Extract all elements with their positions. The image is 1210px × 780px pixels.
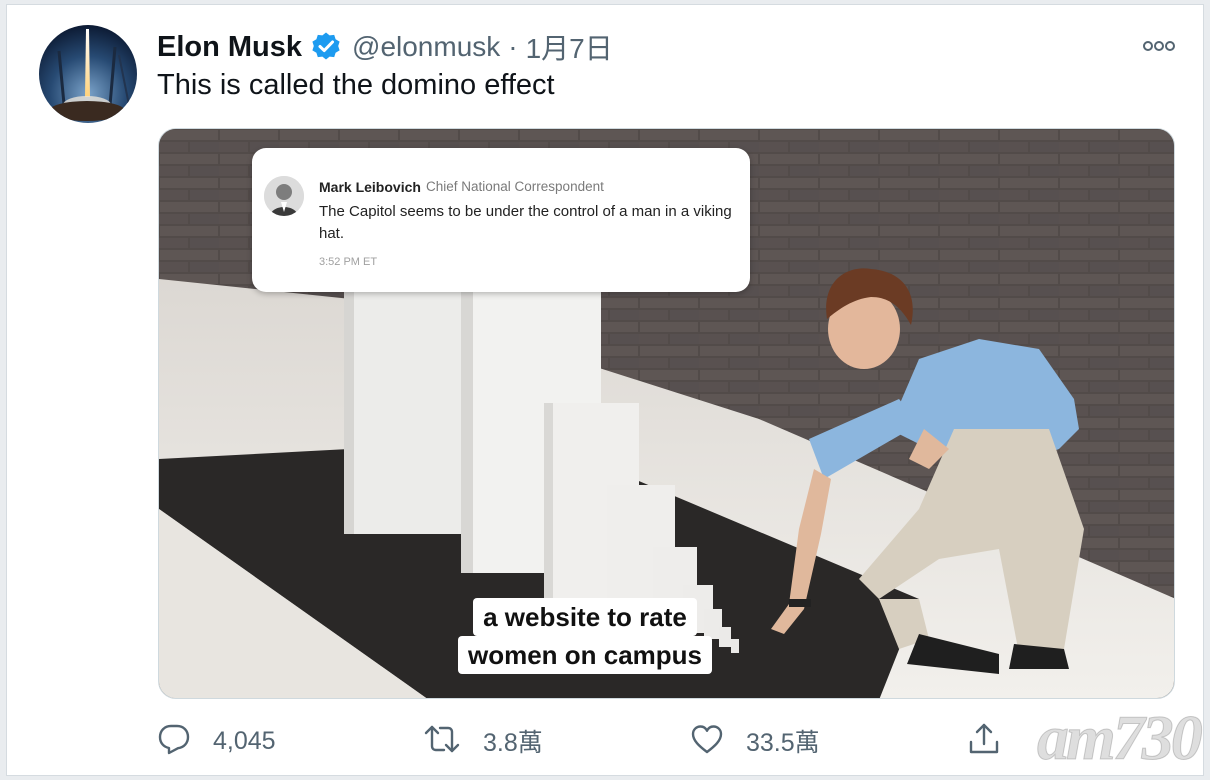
tweet-card: Elon Musk @elonmusk · 1月7日 This is calle…	[6, 4, 1204, 776]
tweet-text: This is called the domino effect	[157, 69, 555, 101]
share-icon	[967, 722, 1001, 761]
meme-caption-line-1: a website to rate	[473, 598, 697, 636]
like-count: 33.5萬	[746, 729, 820, 757]
retweet-icon	[423, 722, 461, 761]
watermark-text: am730	[1037, 702, 1204, 774]
author-name[interactable]: Elon Musk	[157, 31, 302, 64]
more-options-icon[interactable]	[1139, 31, 1179, 61]
meme-caption: a website to rate women on campus	[449, 598, 721, 674]
like-button[interactable]: 33.5萬	[690, 721, 820, 761]
tweet-media-image[interactable]: Mark Leibovich Chief National Correspond…	[158, 128, 1175, 699]
header-separator: ·	[508, 31, 518, 62]
meme-caption-line-2: women on campus	[457, 636, 713, 674]
embedded-tweet-time: 3:52 PM ET	[319, 256, 378, 268]
retweet-button[interactable]: 3.8萬	[423, 721, 543, 761]
verified-badge-icon	[310, 31, 342, 63]
reply-button[interactable]: 4,045	[157, 721, 276, 761]
embedded-tweet-text: The Capitol seems to be under the contro…	[319, 203, 732, 242]
tweet-date[interactable]: 1月7日	[526, 27, 613, 67]
author-handle[interactable]: @elonmusk	[352, 31, 500, 63]
embedded-author-name: Mark Leibovich	[319, 179, 421, 195]
embedded-author-title: Chief National Correspondent	[426, 179, 604, 194]
embedded-author-avatar	[264, 176, 304, 216]
retweet-count: 3.8萬	[483, 729, 543, 757]
reply-icon	[157, 722, 191, 761]
share-button[interactable]	[967, 721, 1001, 761]
embedded-tweet-card: Mark Leibovich Chief National Correspond…	[252, 148, 750, 292]
am730-watermark-logo: am730	[1031, 699, 1204, 774]
tweet-header: Elon Musk @elonmusk · 1月7日	[157, 27, 613, 67]
rocket-launch-avatar-image	[39, 25, 137, 123]
author-avatar[interactable]	[39, 25, 137, 123]
reply-count: 4,045	[213, 726, 276, 755]
heart-icon	[690, 723, 724, 760]
